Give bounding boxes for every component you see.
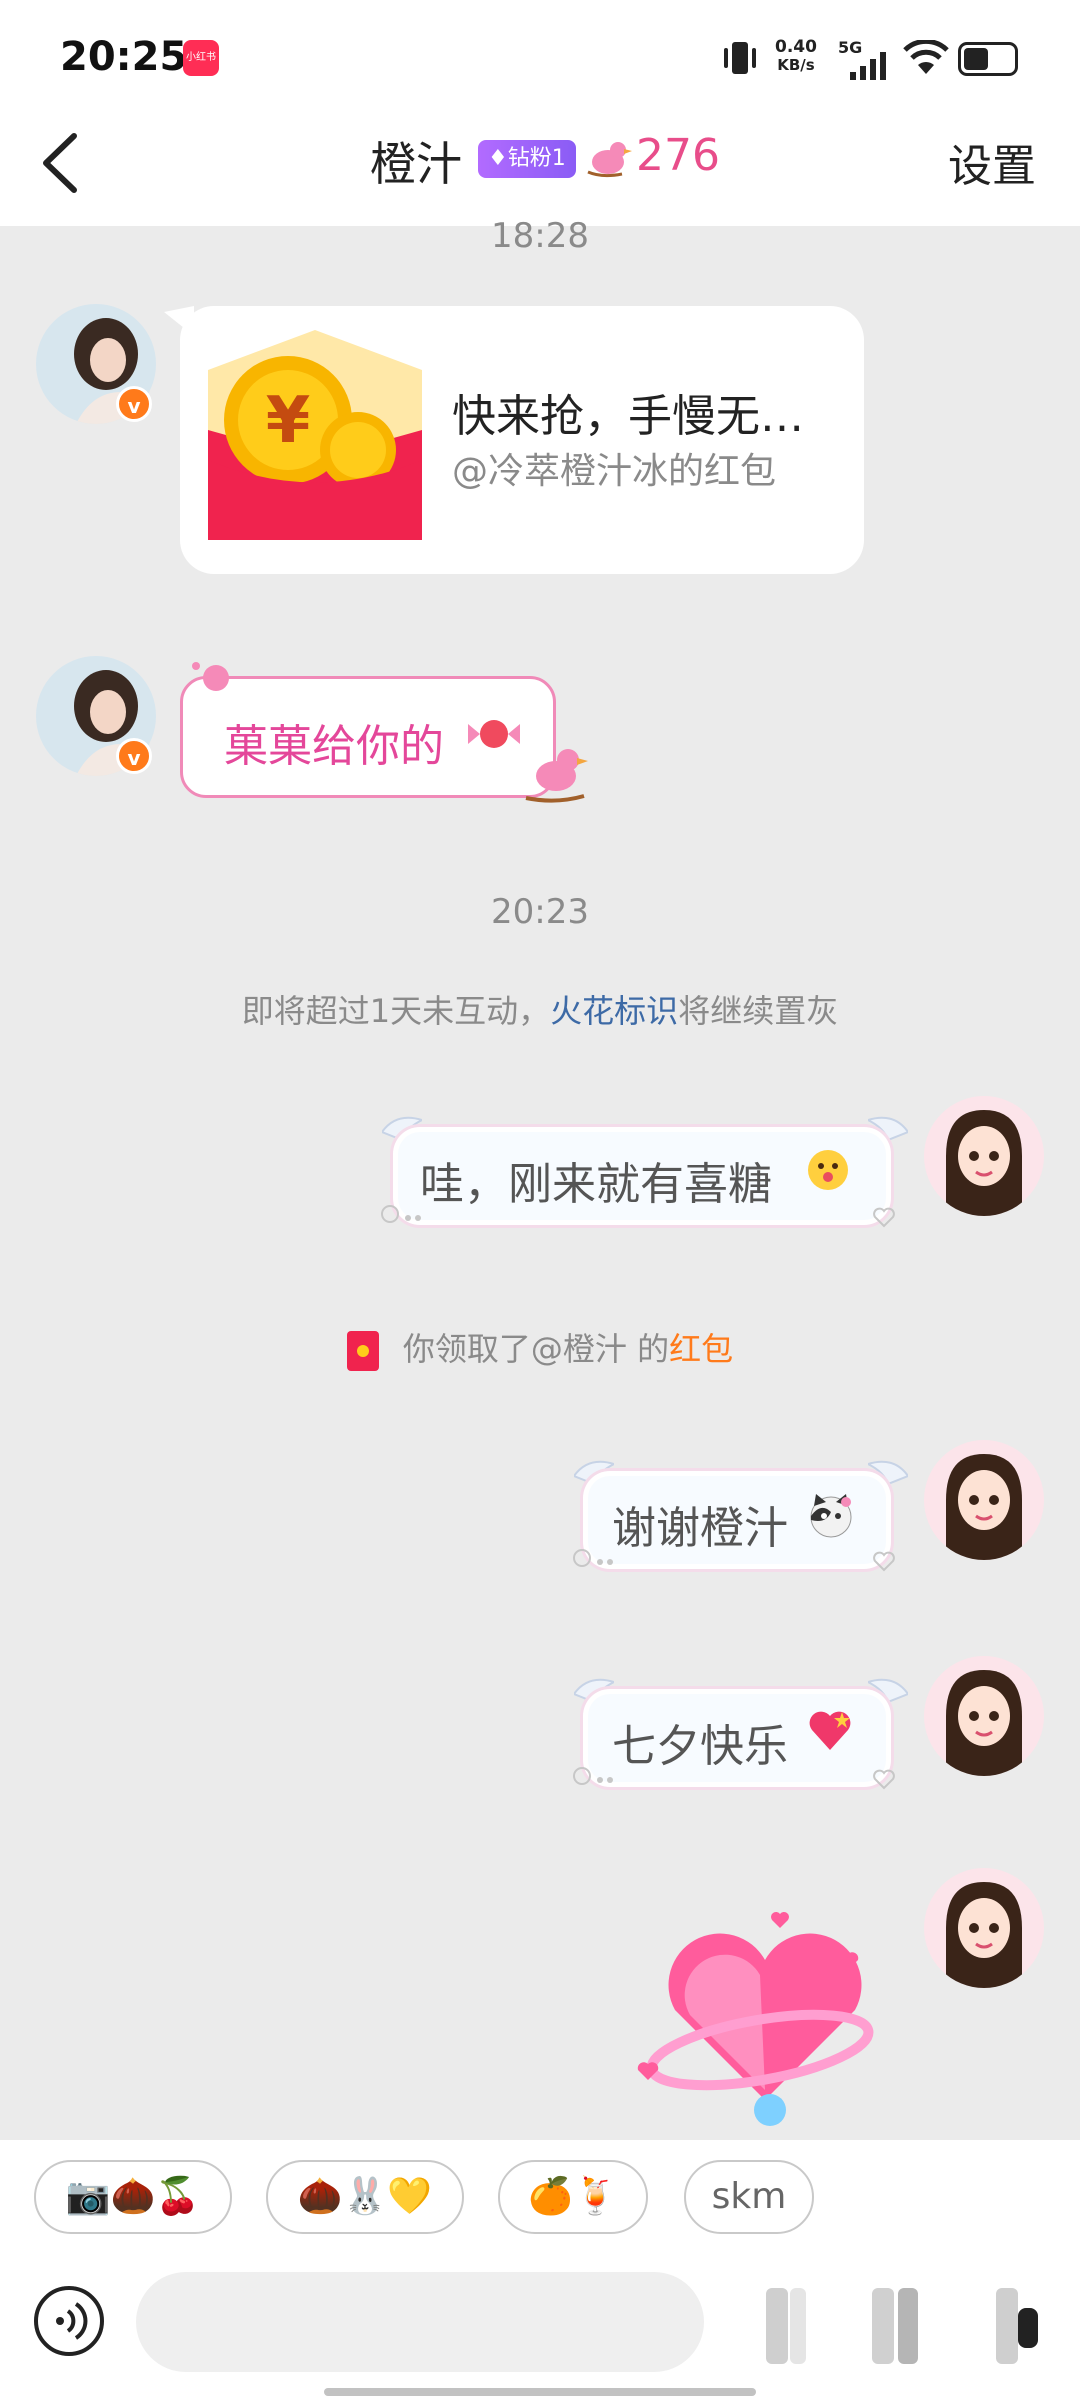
app-notification-icon: 小红书 [183, 40, 219, 76]
my-avatar[interactable] [924, 1096, 1044, 1216]
voice-icon [56, 2302, 88, 2340]
emoji-icon [808, 1150, 848, 1190]
heart-outline-icon [873, 1551, 895, 1572]
timestamp: 20:23 [491, 892, 589, 932]
my-message-text: 哇，刚来就有喜糖 [420, 1159, 772, 1210]
candy-icon [468, 720, 520, 748]
vibrate-icon [724, 42, 756, 74]
signal-icon [850, 52, 886, 80]
fan-level-badge: ♦钻粉1 [478, 140, 576, 178]
verified-badge: v [116, 386, 152, 422]
battery-icon [958, 42, 1018, 76]
sparkle-icon [192, 662, 229, 691]
cat-emoji-icon [810, 1494, 852, 1538]
heart-emoji-icon [809, 1711, 851, 1750]
my-avatar[interactable] [924, 1440, 1044, 1560]
quick-reply-chip[interactable]: skm [684, 2160, 814, 2234]
timestamp: 18:28 [491, 216, 589, 256]
quick-reply-chip[interactable]: 🍊🍹 [498, 2160, 648, 2234]
emoji-and-more-icons[interactable] [760, 2280, 1050, 2370]
message-input[interactable] [136, 2272, 704, 2372]
home-indicator [324, 2388, 756, 2396]
my-message-text: 谢谢橙汁 [612, 1503, 788, 1554]
settings-button[interactable]: 设置 [948, 130, 1036, 194]
heart-outline-icon [873, 1769, 895, 1790]
red-packet-icon: ¥ [208, 330, 422, 540]
wifi-icon [903, 40, 949, 74]
my-avatar[interactable] [924, 1656, 1044, 1776]
network-speed: 0.40 KB/s [775, 37, 817, 74]
diamond-icon: ♦ [488, 146, 508, 171]
sparkle-icon [381, 1205, 421, 1223]
bird-icon [587, 142, 632, 178]
verified-badge: v [116, 738, 152, 774]
chat-title[interactable]: 橙汁 [370, 128, 462, 194]
svg-text:¥: ¥ [266, 384, 311, 458]
red-packet-sender: @冷萃橙汁冰的红包 [452, 451, 777, 492]
spark-link[interactable]: 火花标识 [550, 992, 678, 1030]
heart-outline-icon [873, 1207, 895, 1228]
red-packet-received-notice: 你领取了@橙汁 的红包 [0, 1324, 1080, 1371]
back-icon[interactable] [30, 118, 110, 208]
red-packet-title: 快来抢，手慢无… [452, 391, 804, 442]
quick-reply-chip[interactable]: 📷🌰🍒 [34, 2160, 232, 2234]
quick-reply-chip[interactable]: 🌰🐰💛 [266, 2160, 464, 2234]
sparkle-icon [573, 1767, 613, 1785]
spark-notice: 即将超过1天未互动，火花标识将继续置灰 [241, 992, 839, 1030]
heart-sticker-icon[interactable] [620, 1900, 876, 2140]
candy-message-text: 菓菓给你的 [224, 721, 444, 772]
bird-icon [525, 749, 588, 803]
red-packet-link[interactable]: 红包 [669, 1330, 733, 1368]
my-message-text: 七夕快乐 [612, 1721, 788, 1772]
my-avatar[interactable] [924, 1868, 1044, 1988]
interaction-level: 276 [636, 130, 720, 181]
status-time: 20:25 [60, 34, 188, 80]
voice-input-button[interactable] [34, 2286, 104, 2356]
red-packet-small-icon [346, 1331, 379, 1371]
sparkle-icon [573, 1549, 613, 1567]
